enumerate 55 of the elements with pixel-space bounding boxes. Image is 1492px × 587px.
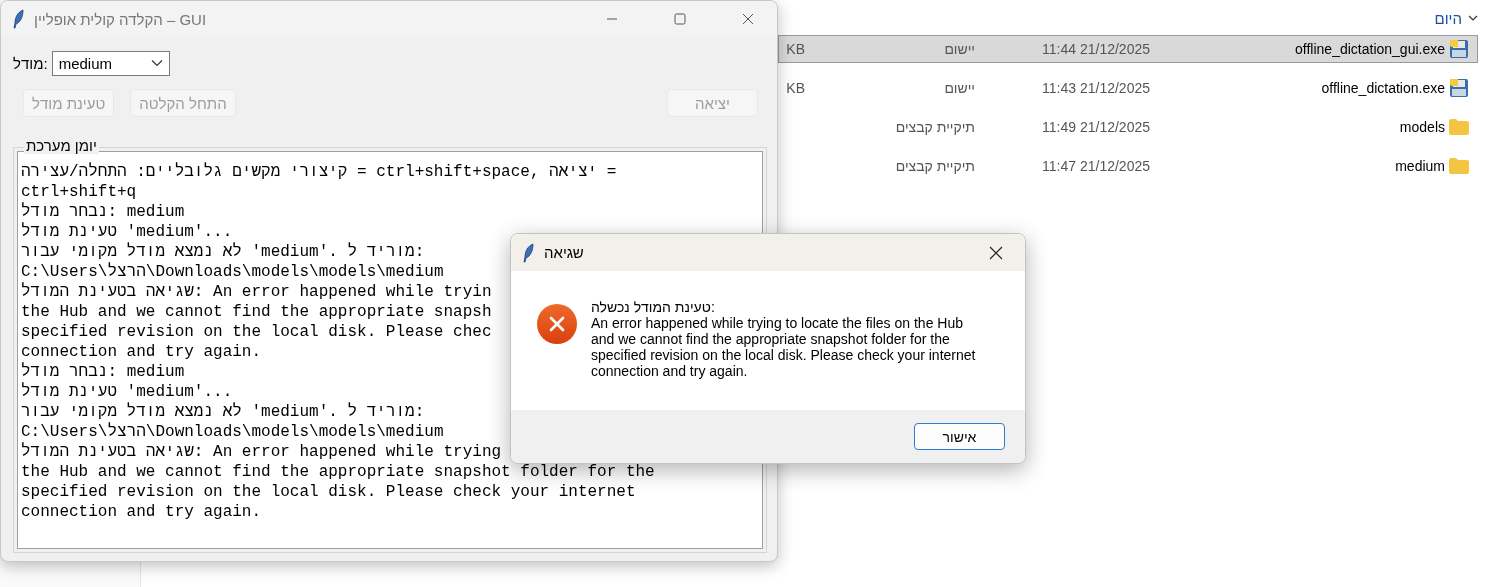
file-type: יישום xyxy=(943,41,976,57)
folder-icon xyxy=(1449,158,1469,174)
log-line: specified revision on the local disk. Please chec xyxy=(21,322,492,342)
log-line: לא נמצא מודל מקומי עבור 'medium'. מוריד ל: xyxy=(21,402,425,422)
log-line: the Hub and we cannot find the appropriate snapshot folder for the xyxy=(21,462,655,482)
error-message: and we cannot find the appropriate snapshot folder for the xyxy=(591,331,951,347)
feather-icon xyxy=(13,9,24,29)
log-line: connection and try again. xyxy=(21,342,262,362)
chevron-icon xyxy=(150,59,163,67)
file-date: 21/12/2025 11:49 xyxy=(1041,119,1151,135)
log-line: טעינת מודל 'medium'... xyxy=(21,382,233,402)
file-date: 21/12/2025 11:43 xyxy=(1041,80,1151,96)
executable-icon xyxy=(1449,78,1469,98)
feather-icon xyxy=(523,242,534,263)
model-label: מודל: xyxy=(13,54,48,72)
dialog-title: שגיאה xyxy=(544,244,585,261)
log-line: ctrl+shift+q xyxy=(21,182,137,202)
folder-icon xyxy=(1449,119,1469,135)
error-message: connection and try again. xyxy=(591,363,749,379)
file-size: KB xyxy=(785,41,806,57)
chevron-icon xyxy=(1468,14,1478,22)
log-line: קיצורי מקשים גלובליים: התחלה/עצירה = ctrl+shift+space, יציאה = xyxy=(21,162,617,182)
log-line: שגיאה בטעינת המודל: An error happened while tryin xyxy=(21,282,492,302)
window-title: הקלדה קולית אופליין – GUI xyxy=(34,10,208,28)
file-name: offline_dictation.exe xyxy=(1320,80,1446,96)
log-line: C:\Users\הרצל\Downloads\models\models\medium xyxy=(21,422,444,442)
error-icon xyxy=(537,304,577,344)
group-header[interactable]: היום xyxy=(1434,8,1478,28)
maximize-icon xyxy=(674,13,686,25)
close-icon xyxy=(742,13,754,25)
log-line: specified revision on the local disk. Please check your internet xyxy=(21,482,636,502)
log-line: נבחר מודל: medium xyxy=(21,202,185,222)
log-line: טעינת מודל 'medium'... xyxy=(21,222,233,242)
log-line: connection and try again. xyxy=(21,502,262,522)
log-line: לא נמצא מודל מקומי עבור 'medium'. מוריד ל: xyxy=(21,242,425,262)
log-line: the Hub and we cannot find the appropriate snapsh xyxy=(21,302,492,322)
file-type: יישום xyxy=(943,80,976,96)
file-type: תיקיית קבצים xyxy=(894,158,976,174)
close-icon xyxy=(989,245,1003,260)
model-dropdown[interactable]: medium xyxy=(51,50,170,76)
file-date: 21/12/2025 11:44 xyxy=(1041,41,1151,57)
executable-icon xyxy=(1449,39,1469,59)
file-name: models xyxy=(1398,119,1446,135)
file-name: medium xyxy=(1394,158,1446,174)
error-message: specified revision on the local disk. Please check your internet xyxy=(591,347,976,363)
ok-button[interactable]: אישור xyxy=(914,423,1005,450)
file-name: offline_dictation_gui.exe xyxy=(1294,41,1446,57)
file-date: 21/12/2025 11:47 xyxy=(1041,158,1151,174)
file-type: תיקיית קבצים xyxy=(894,119,976,135)
log-line: C:\Users\הרצל\Downloads\models\models\medium xyxy=(21,262,444,282)
log-line: נבחר מודל: medium xyxy=(21,362,185,382)
error-message: An error happened while trying to locate the files on the Hub xyxy=(591,315,964,331)
error-heading: טעינת המודל נכשלה: xyxy=(591,299,716,315)
file-size: KB xyxy=(785,80,806,96)
log-line: שגיאה בטעינת המודל: An error happened while trying xyxy=(21,442,502,462)
